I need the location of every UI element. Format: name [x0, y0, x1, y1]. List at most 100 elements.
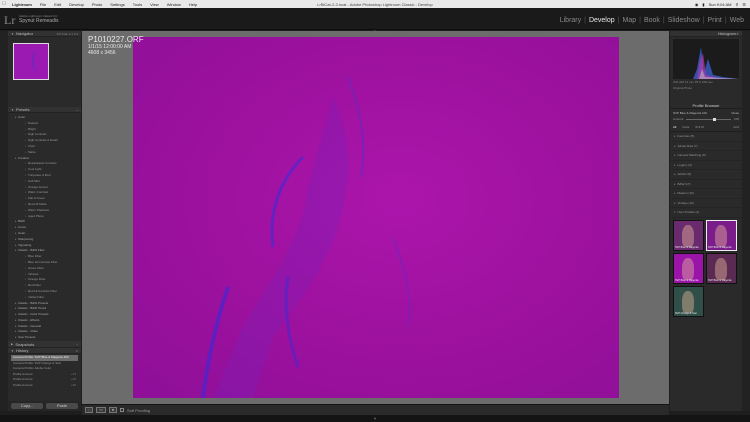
module-print[interactable]: Print — [705, 17, 723, 24]
navigator-preview[interactable] — [13, 43, 49, 80]
navigator-body — [8, 37, 81, 107]
menu-help[interactable]: Help — [185, 2, 201, 7]
soft-proofing-checkbox[interactable] — [120, 408, 124, 412]
grid-view-dropdown[interactable]: Grid — [733, 125, 739, 129]
before-after-swap-button[interactable]: ⇄ — [109, 407, 117, 413]
module-book[interactable]: Book — [642, 17, 662, 24]
module-slideshow[interactable]: Slideshow — [666, 17, 702, 24]
presets-header[interactable]: ▼ Presets + — [8, 107, 81, 113]
right-panel: Histogram ▼ ISO 200 14 mm f/5.6 1/60 sec… — [670, 31, 742, 411]
navigator-zoom-options[interactable]: FIT FILL 1:1 3:1 — [57, 32, 78, 36]
profile-group[interactable]: ▸ Modern (10) — [670, 189, 742, 199]
menu-window[interactable]: Window — [163, 2, 185, 7]
navigator-header[interactable]: ▼ Navigator FIT FILL 1:1 3:1 — [8, 31, 81, 37]
identity-plate-name: Spynut Remeadis — [19, 18, 59, 24]
profile-thumbnail[interactable]: SVP Blue & Magenta — [673, 252, 704, 284]
clear-history-icon[interactable]: ✕ — [75, 349, 78, 353]
module-map[interactable]: Map — [620, 17, 638, 24]
profile-thumbnail[interactable]: SVP Orange & Teal — [673, 285, 704, 317]
module-web[interactable]: Web — [728, 17, 746, 24]
menu-edit[interactable]: Edit — [50, 2, 65, 7]
profile-group-label: Vintage (10) — [677, 200, 694, 205]
profile-group[interactable]: ▸ B&W (17) — [670, 180, 742, 189]
profile-thumbnail-label: SVP Blue & Magenta — [675, 245, 699, 249]
history-step-label: Profile Amount — [13, 377, 33, 382]
paste-button[interactable]: Paste — [46, 403, 78, 409]
thumbnail-subject — [682, 257, 694, 280]
snapshots-header[interactable]: ▶ Snapshots + — [8, 341, 81, 348]
collapse-triangle-icon: ▼ — [11, 31, 14, 36]
amount-value[interactable]: 100 — [734, 117, 739, 121]
menu-list-icon[interactable]: ☰ — [742, 2, 746, 7]
menu-app-name[interactable]: Lightroom — [8, 2, 36, 7]
profile-group[interactable]: ▸ Legacy (4) — [670, 161, 742, 170]
copy-button[interactable]: Copy... — [11, 403, 43, 409]
menu-tools[interactable]: Tools — [129, 2, 146, 7]
profile-thumbnail[interactable]: SVP Blue & Magenta — [673, 219, 704, 251]
history-step[interactable]: Profile Amount +30 — [11, 383, 78, 389]
left-panel-edge[interactable] — [0, 31, 8, 411]
menubar-status: ◉ ▮ Sun 9:04 AM ⚲ ☰ — [695, 0, 746, 8]
develop-toolbar: ▢ YY ⇄ Soft Proofing — [82, 404, 669, 415]
history-list: Camera Profile: SVP Blue & Magenta 100 Ca… — [8, 354, 81, 390]
presets-list: ▸ Color • Natural • Bright • High Contrast • High… — [8, 113, 81, 341]
expand-triangle-icon: ▸ — [674, 200, 676, 205]
original-photo-label: Original Photo — [673, 86, 693, 90]
profile-group-label: Artistic (8) — [677, 172, 692, 176]
menu-file[interactable]: File — [36, 2, 50, 7]
battery-icon[interactable]: ▮ — [702, 2, 704, 7]
photo-preview[interactable] — [133, 37, 619, 398]
filmstrip-toggle-icon[interactable]: ▼ — [370, 416, 380, 421]
preview-subject — [32, 50, 42, 72]
before-after-button[interactable]: YY — [96, 407, 106, 413]
profile-group[interactable]: ▸ Artistic (8) — [670, 170, 742, 180]
image-canvas[interactable]: P1010227.ORF 1/1/15 12:00:00 AM 4608 x 3… — [82, 31, 669, 404]
profile-thumbnail[interactable]: SVP Blue & Magenta — [706, 219, 737, 251]
profile-group[interactable]: ▸ Camera Matching (9) — [670, 151, 742, 161]
amount-label: Amount — [673, 117, 684, 121]
add-preset-icon[interactable]: + — [76, 108, 78, 112]
profile-group-label: Favorites (5) — [677, 134, 695, 138]
add-snapshot-icon[interactable]: + — [76, 342, 78, 346]
module-develop[interactable]: Develop — [587, 17, 617, 24]
right-panel-edge[interactable] — [742, 31, 750, 411]
search-icon[interactable]: ⚲ — [735, 2, 738, 7]
photo-dimensions: 4608 x 3456 — [88, 50, 116, 56]
history-step-label: Camera Profile: SVP Blue & Magenta 100 — [13, 355, 69, 359]
menu-settings[interactable]: Settings — [106, 2, 128, 7]
apple-icon[interactable]:  — [0, 1, 8, 7]
profile-group-label: User Profiles (4) — [677, 210, 700, 214]
profile-thumbnail-label: SVP Orange & Teal — [675, 311, 697, 315]
wifi-icon[interactable]: ◉ — [695, 2, 699, 7]
expand-triangle-icon: ▸ — [674, 181, 676, 186]
profile-thumbnail[interactable]: SVP Blue & Magenta — [706, 252, 737, 284]
profile-group[interactable]: ▸ Vintage (10) — [670, 199, 742, 208]
amount-slider-knob[interactable] — [713, 117, 717, 121]
document-title: LrBlCat-2-3.lrcat - Adobe Photoshop Ligh… — [317, 1, 433, 7]
profile-filter-tabs: All Color B & W Grid — [670, 121, 742, 132]
expand-triangle-icon: ▶ — [11, 342, 14, 346]
copy-paste-bar: Copy... Paste — [8, 401, 81, 411]
menu-view[interactable]: View — [146, 2, 163, 7]
tab-all[interactable]: All — [673, 125, 676, 129]
tab-bw[interactable]: B & W — [696, 125, 705, 129]
history-step-label: Camera Profile: SVP Orange & Teal — [13, 360, 61, 365]
tab-color[interactable]: Color — [682, 125, 689, 129]
menu-photo[interactable]: Photo — [88, 2, 106, 7]
history-header[interactable]: ▼ History ✕ — [8, 348, 81, 354]
photo-filename: P1010227.ORF — [88, 35, 144, 44]
profile-group[interactable]: ▸ Adobe Raw (7) — [670, 142, 742, 151]
module-library[interactable]: Library — [558, 17, 583, 24]
profile-group[interactable]: ▾ User Profiles (4) — [670, 208, 742, 218]
thumbnail-subject — [715, 257, 727, 280]
close-profile-browser-button[interactable]: Close — [731, 111, 739, 115]
menu-develop[interactable]: Develop — [65, 2, 88, 7]
histogram-header[interactable]: Histogram ▼ — [670, 31, 742, 37]
photo-info-overlay: P1010227.ORF 1/1/15 12:00:00 AM 4608 x 3… — [88, 35, 144, 56]
profile-group[interactable]: ▸ Favorites (5) — [670, 132, 742, 142]
menubar-clock[interactable]: Sun 9:04 AM — [709, 2, 732, 7]
amount-slider-track[interactable] — [686, 117, 731, 121]
loupe-view-button[interactable]: ▢ — [85, 407, 93, 413]
histogram-graph[interactable] — [673, 39, 739, 79]
profile-group-label: Adobe Raw (7) — [677, 143, 698, 148]
